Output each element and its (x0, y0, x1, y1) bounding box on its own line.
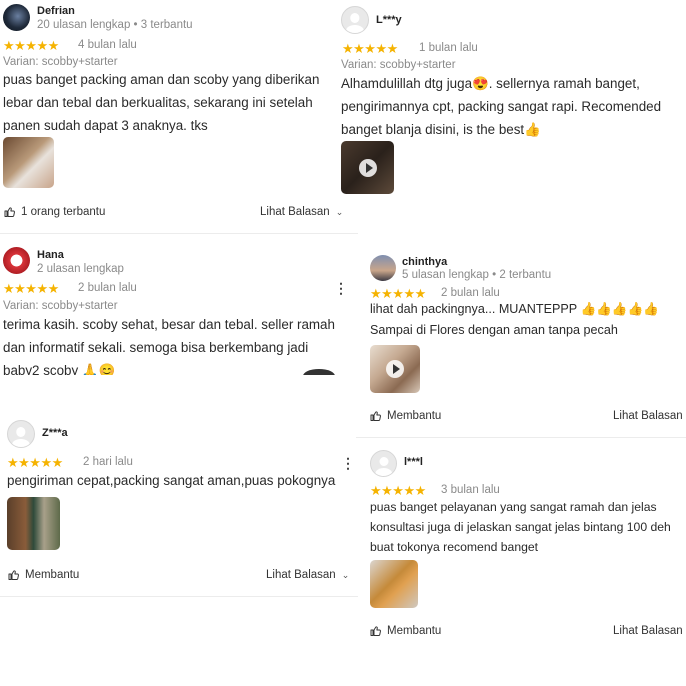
play-icon (386, 360, 404, 378)
more-vertical-icon[interactable]: ⋮ (334, 280, 348, 297)
review-text: puas banget pelayanan yang sangat ramah … (370, 500, 671, 554)
view-reply-button[interactable]: Lihat Balasan⌄ (613, 625, 686, 637)
review-photo[interactable] (370, 560, 418, 608)
view-reply-label: Lihat Balasan (266, 569, 336, 581)
view-reply-label: Lihat Balasan (613, 410, 683, 422)
avatar[interactable] (370, 255, 396, 281)
review-video[interactable] (341, 141, 394, 194)
rating-stars: ★★★★★ (342, 41, 398, 56)
reviewer-stats: 2 ulasan lengkap (37, 263, 124, 275)
more-vertical-icon[interactable]: ⋮ (680, 286, 686, 303)
review-variant: Varian: scobby+starter (3, 300, 118, 312)
review-time: 3 bulan lalu (441, 484, 500, 496)
chevron-down-icon: ⌄ (335, 207, 344, 217)
avatar[interactable] (3, 247, 30, 274)
review-card-l-l: l***l ★★★★★ 3 bulan lalu ⋮ puas banget p… (364, 443, 686, 643)
reviewer-stats: 5 ulasan lengkap • 2 terbantu (402, 269, 552, 281)
review-text: terima kasih. scoby sehat, besar dan teb… (3, 317, 335, 375)
thumbs-up-icon (370, 411, 381, 421)
review-photo[interactable] (7, 497, 60, 550)
review-time: 2 hari lalu (83, 456, 133, 468)
reviewer-name: Hana (37, 249, 64, 261)
helpful-label: Membantu (387, 410, 442, 422)
review-card-defrian: Defrian 20 ulasan lengkap • 3 terbantu ★… (0, 0, 360, 232)
helpful-label: Membantu (25, 569, 80, 581)
review-card-z-a: Z***a ★★★★★ 2 hari lalu ⋮ pengiriman cep… (0, 415, 360, 595)
helpful-label: 1 orang terbantu (21, 206, 106, 218)
review-time: 2 bulan lalu (441, 287, 500, 299)
avatar[interactable] (7, 420, 35, 448)
rating-stars: ★★★★★ (3, 38, 59, 53)
review-time: 1 bulan lalu (419, 42, 478, 54)
avatar[interactable] (341, 6, 369, 34)
thumbs-up-icon (8, 570, 19, 580)
view-reply-label: Lihat Balasan (260, 206, 330, 218)
review-text: pengiriman cepat,packing sangat aman,pua… (7, 473, 336, 488)
thumbs-up-icon (370, 626, 381, 636)
avatar[interactable] (370, 450, 397, 477)
play-icon (358, 158, 377, 177)
reviewer-stats: 20 ulasan lengkap • 3 terbantu (37, 19, 193, 31)
reviewer-name: Defrian (37, 5, 75, 17)
divider (356, 437, 686, 438)
divider (0, 596, 358, 597)
helpful-button[interactable]: Membantu (370, 625, 441, 637)
thumbs-up-icon (4, 207, 15, 217)
review-text: puas banget packing aman dan scoby yang … (3, 72, 320, 133)
review-variant: Varian: scobby+starter (3, 56, 118, 68)
chevron-down-icon: ⌄ (341, 570, 350, 580)
view-reply-label: Lihat Balasan (613, 625, 683, 637)
reviewer-name: L***y (376, 14, 402, 26)
review-variant: Varian: scobby+starter (341, 59, 456, 71)
helpful-label: Membantu (387, 625, 442, 637)
review-card-hana: Hana 2 ulasan lengkap ★★★★★ 2 bulan lalu… (0, 242, 360, 375)
divider (0, 233, 358, 234)
reviewer-name: chinthya (402, 256, 448, 268)
review-card-chinthya: chinthya 5 ulasan lengkap • 2 terbantu ★… (364, 248, 686, 433)
view-reply-button[interactable]: Lihat Balasan ⌄ (266, 569, 349, 581)
view-reply-button[interactable]: Lihat Balasan ⌄ (260, 206, 343, 218)
helpful-button[interactable]: 1 orang terbantu (4, 206, 105, 218)
review-text: Alhamdulillah dtg juga😍. sellernya ramah… (341, 76, 662, 137)
helpful-button[interactable]: Membantu (8, 569, 79, 581)
review-time: 2 bulan lalu (78, 282, 137, 294)
review-video[interactable] (370, 345, 420, 393)
review-photo[interactable] (3, 137, 54, 188)
reviewer-name: l***l (404, 456, 423, 468)
avatar[interactable] (3, 4, 30, 31)
view-reply-button[interactable]: Lihat Balasan⌄ (613, 410, 686, 422)
review-text: lihat dah packingnya... MUANTEPPP 👍👍👍👍👍 … (370, 302, 659, 337)
rating-stars: ★★★★★ (3, 281, 59, 296)
helpful-button[interactable]: Membantu (370, 410, 441, 422)
review-card-l-y: L***y ★★★★★ 1 bulan lalu Varian: scobby+… (336, 0, 686, 200)
review-time: 4 bulan lalu (78, 39, 137, 51)
reviewer-name: Z***a (42, 427, 68, 439)
